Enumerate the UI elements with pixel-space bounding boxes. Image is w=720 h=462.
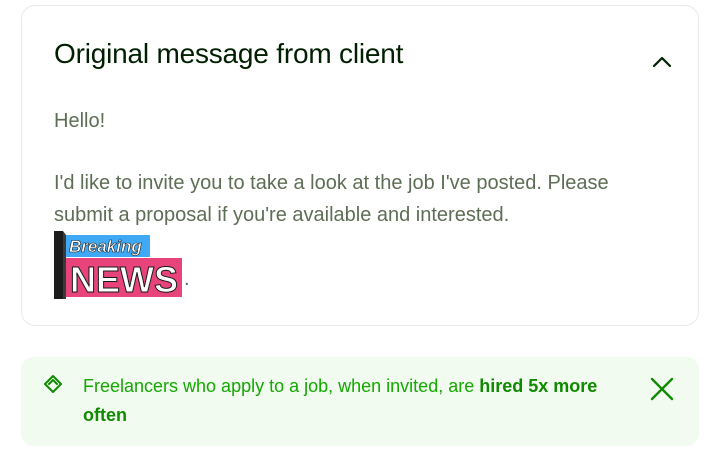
image-top-text: Breaking: [69, 237, 142, 256]
trailing-period: .: [184, 268, 190, 290]
close-icon: [650, 377, 674, 401]
breaking-news-image: Breaking NEWS: [54, 231, 182, 299]
banner-text: Freelancers who apply to a job, when inv…: [83, 372, 613, 430]
chevron-up-icon: [652, 56, 672, 68]
close-banner-button[interactable]: [647, 374, 677, 404]
message-body: I'd like to invite you to take a look at…: [54, 172, 609, 226]
card-title: Original message from client: [54, 38, 404, 69]
message-greeting: Hello!: [54, 110, 106, 132]
collapse-button[interactable]: [650, 50, 674, 74]
banner-text-main: Freelancers who apply to a job, when inv…: [83, 376, 480, 396]
original-message-card: Original message from client Hello! I'd …: [21, 5, 699, 326]
invitation-tip-banner: Freelancers who apply to a job, when inv…: [21, 357, 699, 446]
image-bottom-text: NEWS: [70, 259, 178, 299]
tag-icon: [44, 375, 62, 393]
